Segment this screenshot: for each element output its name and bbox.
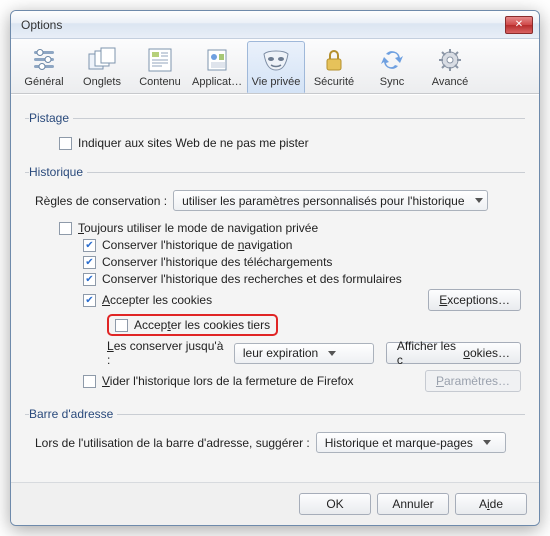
tab-applications[interactable]: Applications <box>189 41 247 93</box>
tab-sync[interactable]: Sync <box>363 41 421 93</box>
sync-icon <box>376 46 408 74</box>
keep-dl-label: Conserver l'historique des téléchargemen… <box>102 255 332 269</box>
chevron-down-icon <box>483 440 491 445</box>
content-icon <box>144 46 176 74</box>
select-value: leur expiration <box>243 346 318 360</box>
tab-avance[interactable]: Avancé <box>421 41 479 93</box>
tabs-icon <box>86 46 118 74</box>
keep-until-label: Les conserver jusqu'à : <box>107 339 228 367</box>
accept-cookies-label: Accepter les cookies <box>102 293 212 307</box>
titlebar: Options ✕ <box>11 11 539 39</box>
accept-third-party-label: Accepter les cookies tiers <box>134 318 270 332</box>
window-controls: ✕ <box>503 16 533 34</box>
dnt-checkbox[interactable] <box>59 137 72 150</box>
tab-label: Contenu <box>134 76 186 88</box>
tab-general[interactable]: Général <box>15 41 73 93</box>
always-private-checkbox[interactable] <box>59 222 72 235</box>
clear-on-close-label: Vider l'historique lors de la fermeture … <box>102 374 354 388</box>
tab-securite[interactable]: Sécurité <box>305 41 363 93</box>
accept-cookies-checkbox[interactable] <box>83 294 96 307</box>
keep-until-select[interactable]: leur expiration <box>234 343 374 364</box>
history-rules-select[interactable]: utiliser les paramètres personnalisés po… <box>173 190 487 211</box>
gear-icon <box>434 46 466 74</box>
apps-icon <box>202 46 234 74</box>
section-title: Pistage <box>29 111 73 125</box>
tab-onglets[interactable]: Onglets <box>73 41 131 93</box>
tab-contenu[interactable]: Contenu <box>131 41 189 93</box>
panel-body: Pistage Indiquer aux sites Web de ne pas… <box>11 94 539 482</box>
chevron-down-icon <box>328 351 336 356</box>
cancel-button[interactable]: Annuler <box>377 493 449 515</box>
section-historique: Historique Règles de conservation : util… <box>25 165 525 399</box>
chevron-down-icon <box>475 198 483 203</box>
exceptions-button[interactable]: Exceptions… <box>428 289 521 311</box>
tab-label: Sécurité <box>308 76 360 88</box>
lock-icon <box>318 46 350 74</box>
ok-button[interactable]: OK <box>299 493 371 515</box>
always-private-label: Toujours utiliser le mode de navigation … <box>78 221 318 235</box>
params-button: Paramètres… <box>425 370 521 392</box>
dnt-label: Indiquer aux sites Web de ne pas me pist… <box>78 136 309 150</box>
tab-label: Applications <box>192 76 244 88</box>
keep-form-checkbox[interactable] <box>83 273 96 286</box>
select-value: utiliser les paramètres personnalisés po… <box>182 194 464 208</box>
third-party-highlight: Accepter les cookies tiers <box>107 314 278 336</box>
tab-vie-privee[interactable]: Vie privée <box>247 41 305 93</box>
tab-label: Onglets <box>76 76 128 88</box>
tab-label: Sync <box>366 76 418 88</box>
select-value: Historique et marque-pages <box>325 436 473 450</box>
tab-label: Vie privée <box>250 76 302 88</box>
close-button[interactable]: ✕ <box>505 16 533 34</box>
locationbar-suggest-select[interactable]: Historique et marque-pages <box>316 432 506 453</box>
keep-nav-checkbox[interactable] <box>83 239 96 252</box>
category-toolbar: Général Onglets Contenu Applications Vie… <box>11 39 539 94</box>
help-button[interactable]: Aide <box>455 493 527 515</box>
accept-third-party-checkbox[interactable] <box>115 319 128 332</box>
tab-label: Avancé <box>424 76 476 88</box>
history-rules-label: Règles de conservation : <box>35 194 167 208</box>
mask-icon <box>260 46 292 74</box>
slider-icon <box>28 46 60 74</box>
keep-nav-label: Conserver l'historique de navigation <box>102 238 292 252</box>
locationbar-suggest-label: Lors de l'utilisation de la barre d'adre… <box>35 436 310 450</box>
section-pistage: Pistage Indiquer aux sites Web de ne pas… <box>25 111 525 157</box>
tab-label: Général <box>18 76 70 88</box>
keep-dl-checkbox[interactable] <box>83 256 96 269</box>
section-barre-adresse: Barre d'adresse Lors de l'utilisation de… <box>25 407 525 460</box>
dialog-footer: OK Annuler Aide <box>11 482 539 525</box>
options-window: Options ✕ Général Onglets Contenu Applic… <box>10 10 540 526</box>
show-cookies-button[interactable]: Afficher les cookies… <box>386 342 521 364</box>
section-title: Historique <box>29 165 87 179</box>
keep-form-label: Conserver l'historique des recherches et… <box>102 272 402 286</box>
section-title: Barre d'adresse <box>29 407 117 421</box>
window-title: Options <box>21 18 62 32</box>
clear-on-close-checkbox[interactable] <box>83 375 96 388</box>
